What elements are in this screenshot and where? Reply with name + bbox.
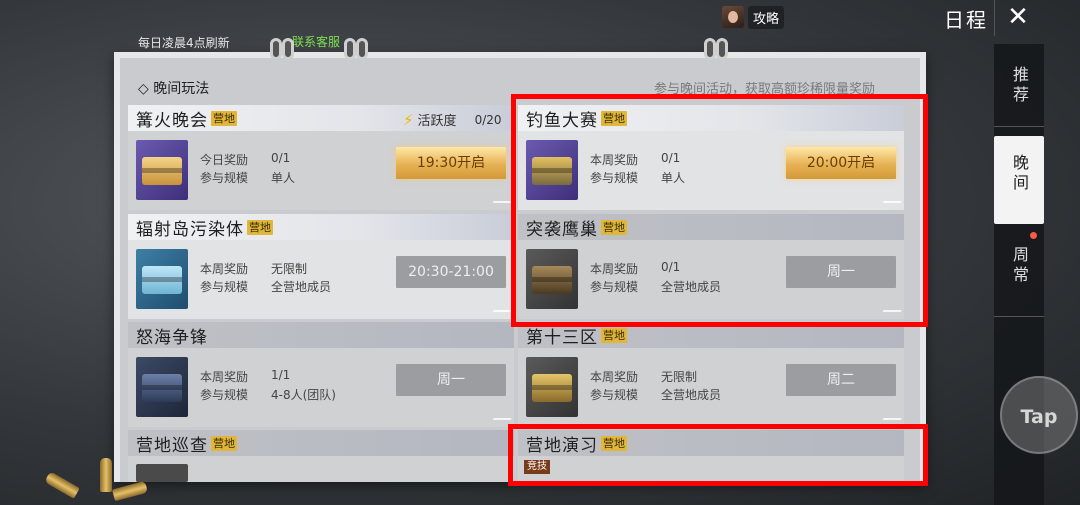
- card-body: 本周奖励 参与规模 1/1 4-8人(团队) 周一: [128, 348, 514, 427]
- event-card[interactable]: 辐射岛污染体 营地 本周奖励 参与规模 无限制 全营地成员 20:30-21:0…: [128, 214, 514, 319]
- activity-indicator: ⚡ 活跃度 0/20: [403, 110, 502, 130]
- event-card[interactable]: 第十三区 营地 本周奖励 参与规模 无限制 全营地成员 周二: [518, 322, 904, 427]
- schedule-button[interactable]: 20:30-21:00: [396, 256, 506, 288]
- binder-ring-icon: [716, 38, 728, 60]
- nav-separator: [994, 316, 1044, 317]
- blue-supply-crate-icon: [136, 249, 188, 309]
- binder-ring-icon: [344, 38, 356, 60]
- card-thumb-icon: [136, 464, 188, 482]
- binder-ring-icon: [270, 38, 282, 60]
- gold-supply-crate-icon: [526, 357, 578, 417]
- event-card[interactable]: 怒海争锋 本周奖励 参与规模 1/1 4-8人(团队) 周一: [128, 322, 514, 427]
- lightning-icon: ⚡: [403, 110, 414, 129]
- bullet-decoration-icon: [44, 471, 80, 499]
- contact-support-link[interactable]: 联系客服: [292, 33, 340, 50]
- camp-tag: 营地: [211, 110, 237, 126]
- guide-label: 攻略: [748, 5, 785, 29]
- tab-weekly[interactable]: 周常: [994, 246, 1044, 286]
- open-time-button[interactable]: 19:30开启: [396, 147, 506, 179]
- card-title: 篝火晚会: [136, 110, 208, 131]
- card-title: 辐射岛污染体: [136, 219, 244, 240]
- corner-decoration: [490, 201, 512, 207]
- divider: [994, 0, 995, 36]
- reward-label: 本周奖励: [200, 370, 249, 384]
- card-header: 营地巡查 营地: [128, 430, 514, 456]
- refresh-note: 每日凌晨4点刷新: [138, 36, 230, 50]
- schedule-button[interactable]: 周二: [786, 364, 896, 396]
- tap-floating-button[interactable]: Tap: [1000, 376, 1078, 454]
- tab-evening[interactable]: 晚间: [994, 136, 1044, 224]
- notification-dot: [1030, 232, 1037, 239]
- tab-weekly-label: 周常: [1010, 246, 1029, 286]
- activity-value: 0/20: [474, 112, 502, 127]
- scale-value: 单人: [271, 171, 296, 185]
- reward-label: 今日奖励: [200, 153, 249, 167]
- tab-evening-label: 晚间: [1010, 154, 1029, 194]
- reward-value: 无限制: [271, 262, 308, 276]
- reward-value: 0/1: [271, 151, 291, 165]
- card-body: 本周奖励 参与规模 无限制 全营地成员 周二: [518, 348, 904, 427]
- card-title: 怒海争锋: [136, 327, 208, 348]
- card-header: 辐射岛污染体 营地: [128, 214, 514, 240]
- nav-separator: [994, 126, 1044, 127]
- card-header: 怒海争锋: [128, 322, 514, 348]
- activity-label: 活跃度: [417, 114, 457, 129]
- top-bar: [0, 0, 1080, 36]
- card-title: 营地巡查: [136, 435, 208, 456]
- reward-label: 本周奖励: [590, 370, 639, 384]
- close-icon[interactable]: ✕: [1004, 2, 1032, 32]
- reward-value: 1/1: [271, 368, 291, 382]
- binder-ring-icon: [704, 38, 716, 60]
- card-header: 篝火晚会 营地 ⚡ 活跃度 0/20: [128, 105, 514, 131]
- event-card[interactable]: 营地巡查 营地: [128, 430, 514, 482]
- navy-supply-crate-icon: [136, 357, 188, 417]
- highlight-box: [511, 94, 928, 327]
- scale-label: 参与规模: [590, 388, 639, 402]
- binder-ring-icon: [282, 38, 294, 60]
- scale-label: 参与规模: [200, 280, 249, 294]
- schedule-button[interactable]: 周一: [396, 364, 506, 396]
- bullet-decoration-icon: [112, 480, 148, 502]
- highlight-box: [508, 424, 928, 486]
- binder-ring-icon: [356, 38, 368, 60]
- scale-value: 4-8人(团队): [271, 388, 336, 402]
- camp-tag: 营地: [211, 435, 237, 451]
- event-card[interactable]: 篝火晚会 营地 ⚡ 活跃度 0/20 今日奖励 参与规模 0/1 单人 19:3…: [128, 105, 514, 210]
- page-title: 日程: [944, 8, 988, 32]
- scale-label: 参与规模: [200, 171, 249, 185]
- corner-decoration: [490, 310, 512, 316]
- scale-label: 参与规模: [200, 388, 249, 402]
- camp-tag: 营地: [601, 327, 627, 343]
- card-body: 今日奖励 参与规模 0/1 单人 19:30开启: [128, 131, 514, 210]
- guide-avatar: [722, 6, 744, 28]
- guide-button[interactable]: 攻略: [722, 5, 785, 29]
- scale-value: 全营地成员: [661, 388, 722, 402]
- gold-gift-box-icon: [136, 140, 188, 200]
- scale-value: 全营地成员: [271, 280, 332, 294]
- tab-recommend[interactable]: 推荐: [994, 66, 1044, 106]
- bullet-decoration-icon: [100, 458, 112, 492]
- reward-value: 无限制: [661, 370, 698, 384]
- tab-recommend-label: 推荐: [1010, 66, 1029, 106]
- reward-label: 本周奖励: [200, 262, 249, 276]
- camp-tag: 营地: [247, 219, 273, 235]
- section-title: ◇ 晚间玩法: [138, 81, 210, 97]
- card-body: [128, 456, 514, 482]
- card-body: 本周奖励 参与规模 无限制 全营地成员 20:30-21:00: [128, 240, 514, 319]
